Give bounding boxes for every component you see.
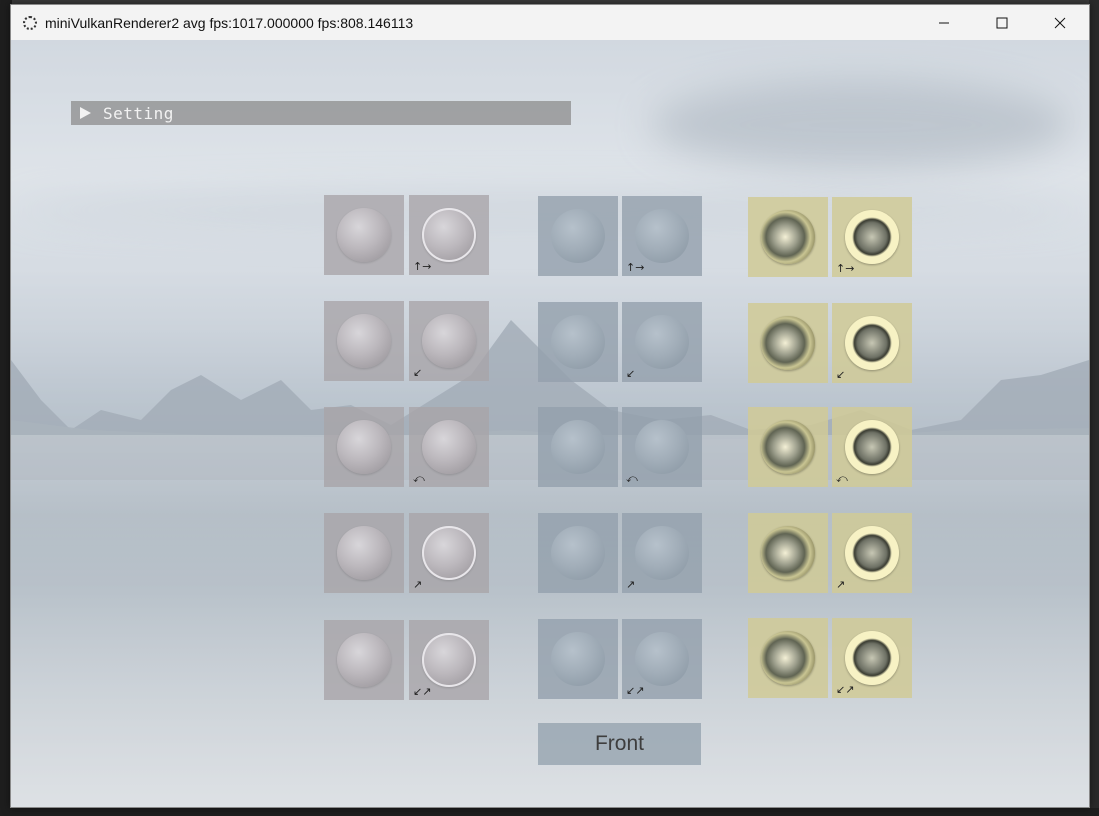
material-tile[interactable] [748, 197, 828, 277]
material-sphere [845, 420, 899, 474]
material-tile[interactable]: ↙↗ [622, 619, 702, 699]
direction-arrow-icon: ↙↗ [836, 683, 855, 696]
material-tile[interactable]: ↙↗ [409, 620, 489, 700]
material-sphere [761, 631, 815, 685]
material-sphere [845, 631, 899, 685]
material-tile[interactable] [748, 618, 828, 698]
direction-arrow-icon: ↙ [413, 366, 423, 379]
front-button[interactable]: Front [538, 723, 701, 765]
close-button[interactable] [1031, 5, 1089, 40]
material-sphere [761, 316, 815, 370]
direction-arrow-icon: ↙ [836, 368, 846, 381]
material-tile[interactable]: ↗ [622, 513, 702, 593]
material-tile[interactable]: ⤺ [409, 407, 489, 487]
material-tile[interactable]: ↙ [622, 302, 702, 382]
title-bar[interactable]: miniVulkanRenderer2 avg fps:1017.000000 … [11, 5, 1089, 40]
material-sphere [635, 632, 689, 686]
maximize-button[interactable] [973, 5, 1031, 40]
material-tile[interactable]: ↑→ [832, 197, 912, 277]
material-sphere [551, 315, 605, 369]
app-icon [23, 15, 37, 30]
direction-arrow-icon: ↙↗ [626, 684, 645, 697]
material-sphere [422, 208, 476, 262]
direction-arrow-icon: ↗ [626, 578, 636, 591]
desktop-background-bottom [0, 808, 1099, 816]
material-tile[interactable]: ↗ [409, 513, 489, 593]
material-sphere [422, 420, 476, 474]
material-sphere [551, 526, 605, 580]
direction-arrow-icon: ⤺ [626, 472, 638, 485]
material-tile[interactable] [324, 620, 404, 700]
minimize-icon [939, 22, 949, 23]
render-viewport[interactable]: Setting ↑→ ↙ ⤺ ↗ ↙↗ ↑→ ↙ ⤺ ↗ ↙↗ ↑→ ↙ ⤺ ↗… [11, 40, 1089, 807]
material-sphere [337, 314, 391, 368]
material-sphere [635, 526, 689, 580]
material-tile[interactable] [748, 303, 828, 383]
material-sphere [551, 209, 605, 263]
material-sphere [422, 633, 476, 687]
close-icon [1054, 17, 1066, 28]
material-sphere [337, 633, 391, 687]
direction-arrow-icon: ⤺ [413, 472, 425, 485]
direction-arrow-icon: ↗ [836, 578, 846, 591]
setting-label: Setting [103, 103, 174, 123]
direction-arrow-icon: ↑→ [626, 261, 645, 274]
setting-panel-header[interactable]: Setting [71, 101, 571, 125]
window-controls [915, 5, 1089, 40]
material-sphere [337, 208, 391, 262]
material-tile[interactable] [538, 302, 618, 382]
material-tile[interactable]: ⤺ [832, 407, 912, 487]
direction-arrow-icon: ↙ [626, 367, 636, 380]
material-sphere [845, 526, 899, 580]
material-tile[interactable] [324, 407, 404, 487]
material-sphere [761, 210, 815, 264]
material-tile[interactable] [324, 301, 404, 381]
direction-arrow-icon: ↙↗ [413, 685, 432, 698]
material-tile[interactable] [324, 513, 404, 593]
desktop-background-right [1089, 0, 1099, 816]
material-tile[interactable] [324, 195, 404, 275]
material-tile[interactable]: ↙ [832, 303, 912, 383]
material-sphere [551, 420, 605, 474]
material-sphere [422, 526, 476, 580]
direction-arrow-icon: ↑→ [413, 260, 432, 273]
material-tile[interactable] [538, 513, 618, 593]
material-tile[interactable] [538, 196, 618, 276]
material-tile[interactable]: ⤺ [622, 407, 702, 487]
material-tile[interactable] [748, 407, 828, 487]
material-sphere [635, 315, 689, 369]
material-sphere [761, 420, 815, 474]
material-sphere [635, 209, 689, 263]
app-window: miniVulkanRenderer2 avg fps:1017.000000 … [10, 4, 1090, 808]
minimize-button[interactable] [915, 5, 973, 40]
direction-arrow-icon: ⤺ [836, 472, 848, 485]
material-sphere [337, 526, 391, 580]
material-sphere [551, 632, 605, 686]
direction-arrow-icon: ↑→ [836, 262, 855, 275]
direction-arrow-icon: ↗ [413, 578, 423, 591]
material-tile[interactable]: ↙ [409, 301, 489, 381]
material-tile[interactable] [538, 407, 618, 487]
window-title: miniVulkanRenderer2 avg fps:1017.000000 … [45, 14, 414, 31]
material-sphere [845, 316, 899, 370]
material-tile[interactable]: ↙↗ [832, 618, 912, 698]
material-sphere [761, 526, 815, 580]
material-tile[interactable]: ↑→ [409, 195, 489, 275]
material-sphere [635, 420, 689, 474]
material-tile[interactable]: ↗ [832, 513, 912, 593]
material-sphere [845, 210, 899, 264]
material-sphere [422, 314, 476, 368]
material-tile[interactable]: ↑→ [622, 196, 702, 276]
material-sphere [337, 420, 391, 474]
expand-arrow-icon [80, 107, 91, 119]
material-tile[interactable] [748, 513, 828, 593]
maximize-icon [996, 17, 1008, 28]
material-tile[interactable] [538, 619, 618, 699]
